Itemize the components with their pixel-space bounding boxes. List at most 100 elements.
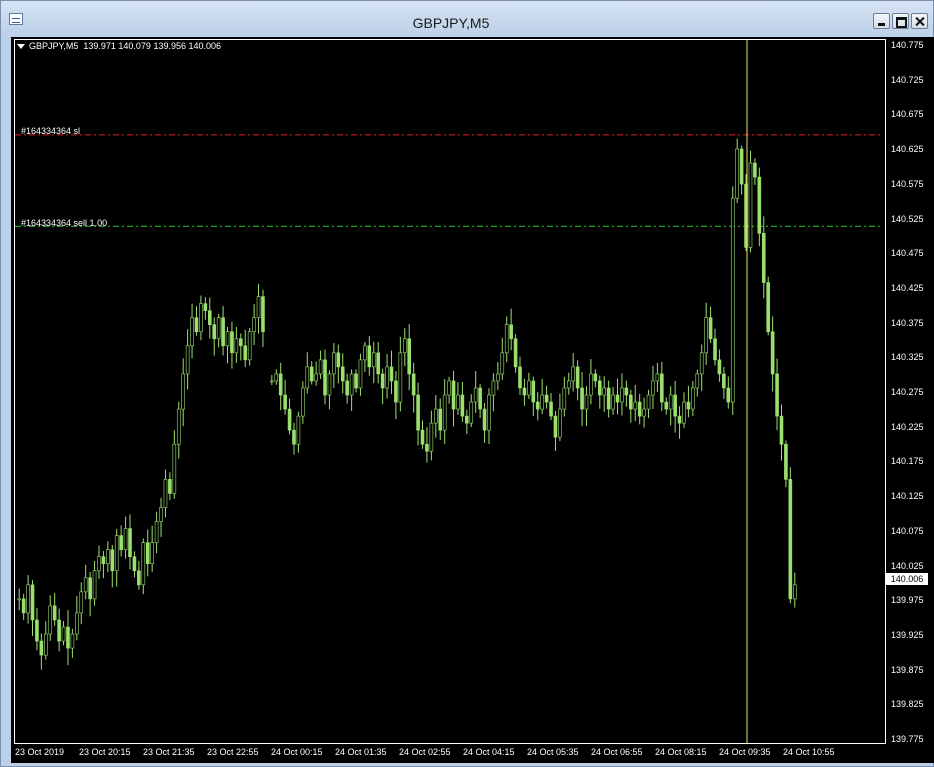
candle-body — [562, 387, 567, 410]
candle-body — [239, 338, 243, 347]
time-tick-label: 24 Oct 08:15 — [655, 747, 707, 757]
header-ohlc: 139.971 140.079 139.956 140.006 — [83, 41, 222, 51]
candle-body — [757, 176, 762, 234]
price-tick-label: 140.725 — [891, 74, 924, 85]
candle-body — [70, 633, 75, 649]
candle-body — [425, 443, 429, 452]
candle-body — [584, 394, 589, 410]
header-dropdown-icon[interactable] — [17, 44, 25, 50]
candle-body — [535, 401, 540, 410]
price-tick-label: 140.075 — [891, 525, 924, 536]
candle-body — [336, 352, 341, 368]
candle-body — [283, 394, 287, 410]
candle-body — [522, 387, 527, 396]
chart-canvas[interactable]: GBPJPY,M5 139.971 140.079 139.956 140.00… — [11, 37, 934, 763]
sl-level-label[interactable]: #164334364 sl — [21, 126, 80, 136]
candle-body — [407, 338, 412, 375]
title-bar[interactable]: GBPJPY,M5 — [1, 1, 933, 37]
candle-body — [345, 380, 349, 396]
price-tick-label: 139.875 — [891, 664, 924, 675]
candle-body — [159, 507, 163, 522]
candle-body — [296, 415, 301, 445]
candlestick-plot[interactable] — [15, 40, 885, 743]
candle-body — [642, 408, 646, 417]
candle-body — [287, 408, 292, 431]
candle-body — [633, 401, 638, 410]
time-tick-label: 24 Oct 02:55 — [399, 747, 451, 757]
candle-body — [230, 331, 234, 354]
time-tick-label: 24 Oct 09:35 — [719, 747, 771, 757]
candle-body — [784, 443, 788, 480]
candle-body — [398, 352, 403, 403]
candle-body — [221, 317, 225, 347]
time-tick-label: 24 Oct 05:35 — [527, 747, 579, 757]
candle-body — [110, 549, 115, 572]
minimize-button[interactable] — [873, 13, 890, 29]
candle-body — [597, 380, 602, 396]
time-tick-label: 23 Oct 22:55 — [207, 747, 259, 757]
candle-body — [637, 401, 642, 417]
candle-body — [119, 535, 123, 550]
price-tick-label: 140.775 — [891, 40, 924, 50]
candle-body — [270, 380, 274, 383]
candle-body — [176, 408, 181, 445]
candle-body — [261, 296, 265, 333]
candle-body — [44, 633, 48, 656]
price-axis-line — [885, 39, 886, 744]
candle-body — [527, 380, 531, 396]
candle-body — [664, 401, 669, 410]
price-tick-label: 140.675 — [891, 109, 924, 120]
candle-body — [39, 640, 44, 656]
candle-body — [376, 352, 380, 375]
candle-body — [682, 401, 686, 424]
close-button[interactable] — [911, 13, 928, 29]
candle-body — [305, 366, 310, 389]
candle-body — [274, 373, 279, 382]
candle-body — [66, 626, 70, 649]
candle-body — [580, 387, 584, 410]
candle-body — [385, 366, 389, 389]
candle-body — [611, 394, 615, 410]
price-tick-label: 139.775 — [891, 734, 924, 744]
candle-body — [380, 373, 385, 389]
candle-body — [704, 317, 708, 354]
candle-body — [699, 352, 704, 375]
candle-body — [17, 598, 22, 601]
time-tick-label: 24 Oct 00:15 — [271, 747, 323, 757]
chart-header[interactable]: GBPJPY,M5 139.971 140.079 139.956 140.00… — [17, 41, 221, 51]
candle-body — [181, 373, 185, 410]
candle-body — [309, 366, 314, 382]
candle-body — [566, 380, 571, 389]
candle-body — [52, 605, 57, 621]
candle-body — [668, 394, 673, 410]
candle-body — [318, 359, 323, 375]
candle-body — [301, 387, 305, 417]
candle-body — [141, 542, 146, 586]
maximize-button[interactable] — [892, 13, 909, 29]
candle-body — [531, 380, 536, 403]
candle-body — [101, 556, 106, 565]
header-symbol: GBPJPY,M5 — [29, 41, 79, 51]
candle-body — [513, 338, 518, 368]
candle-body — [97, 556, 101, 572]
candle-body — [651, 380, 655, 396]
candle-body — [451, 380, 456, 410]
candle-body — [79, 591, 84, 614]
price-tick-label: 139.825 — [891, 699, 924, 710]
candle-body — [544, 394, 549, 403]
candle-body — [199, 303, 203, 333]
candle-body — [447, 380, 451, 396]
candle-body — [225, 331, 230, 347]
entry-level-label[interactable]: #164334364 sell 1.00 — [21, 218, 107, 228]
candle-body — [487, 394, 491, 431]
candle-body — [646, 394, 651, 410]
candle-body — [190, 317, 194, 347]
candle-body — [207, 310, 212, 326]
candle-body — [695, 373, 700, 389]
candle-body — [83, 577, 88, 593]
candle-body — [465, 415, 469, 424]
candle-body — [629, 394, 633, 410]
candle-body — [340, 366, 345, 382]
candle-body — [163, 479, 168, 508]
candle-body — [739, 148, 744, 185]
